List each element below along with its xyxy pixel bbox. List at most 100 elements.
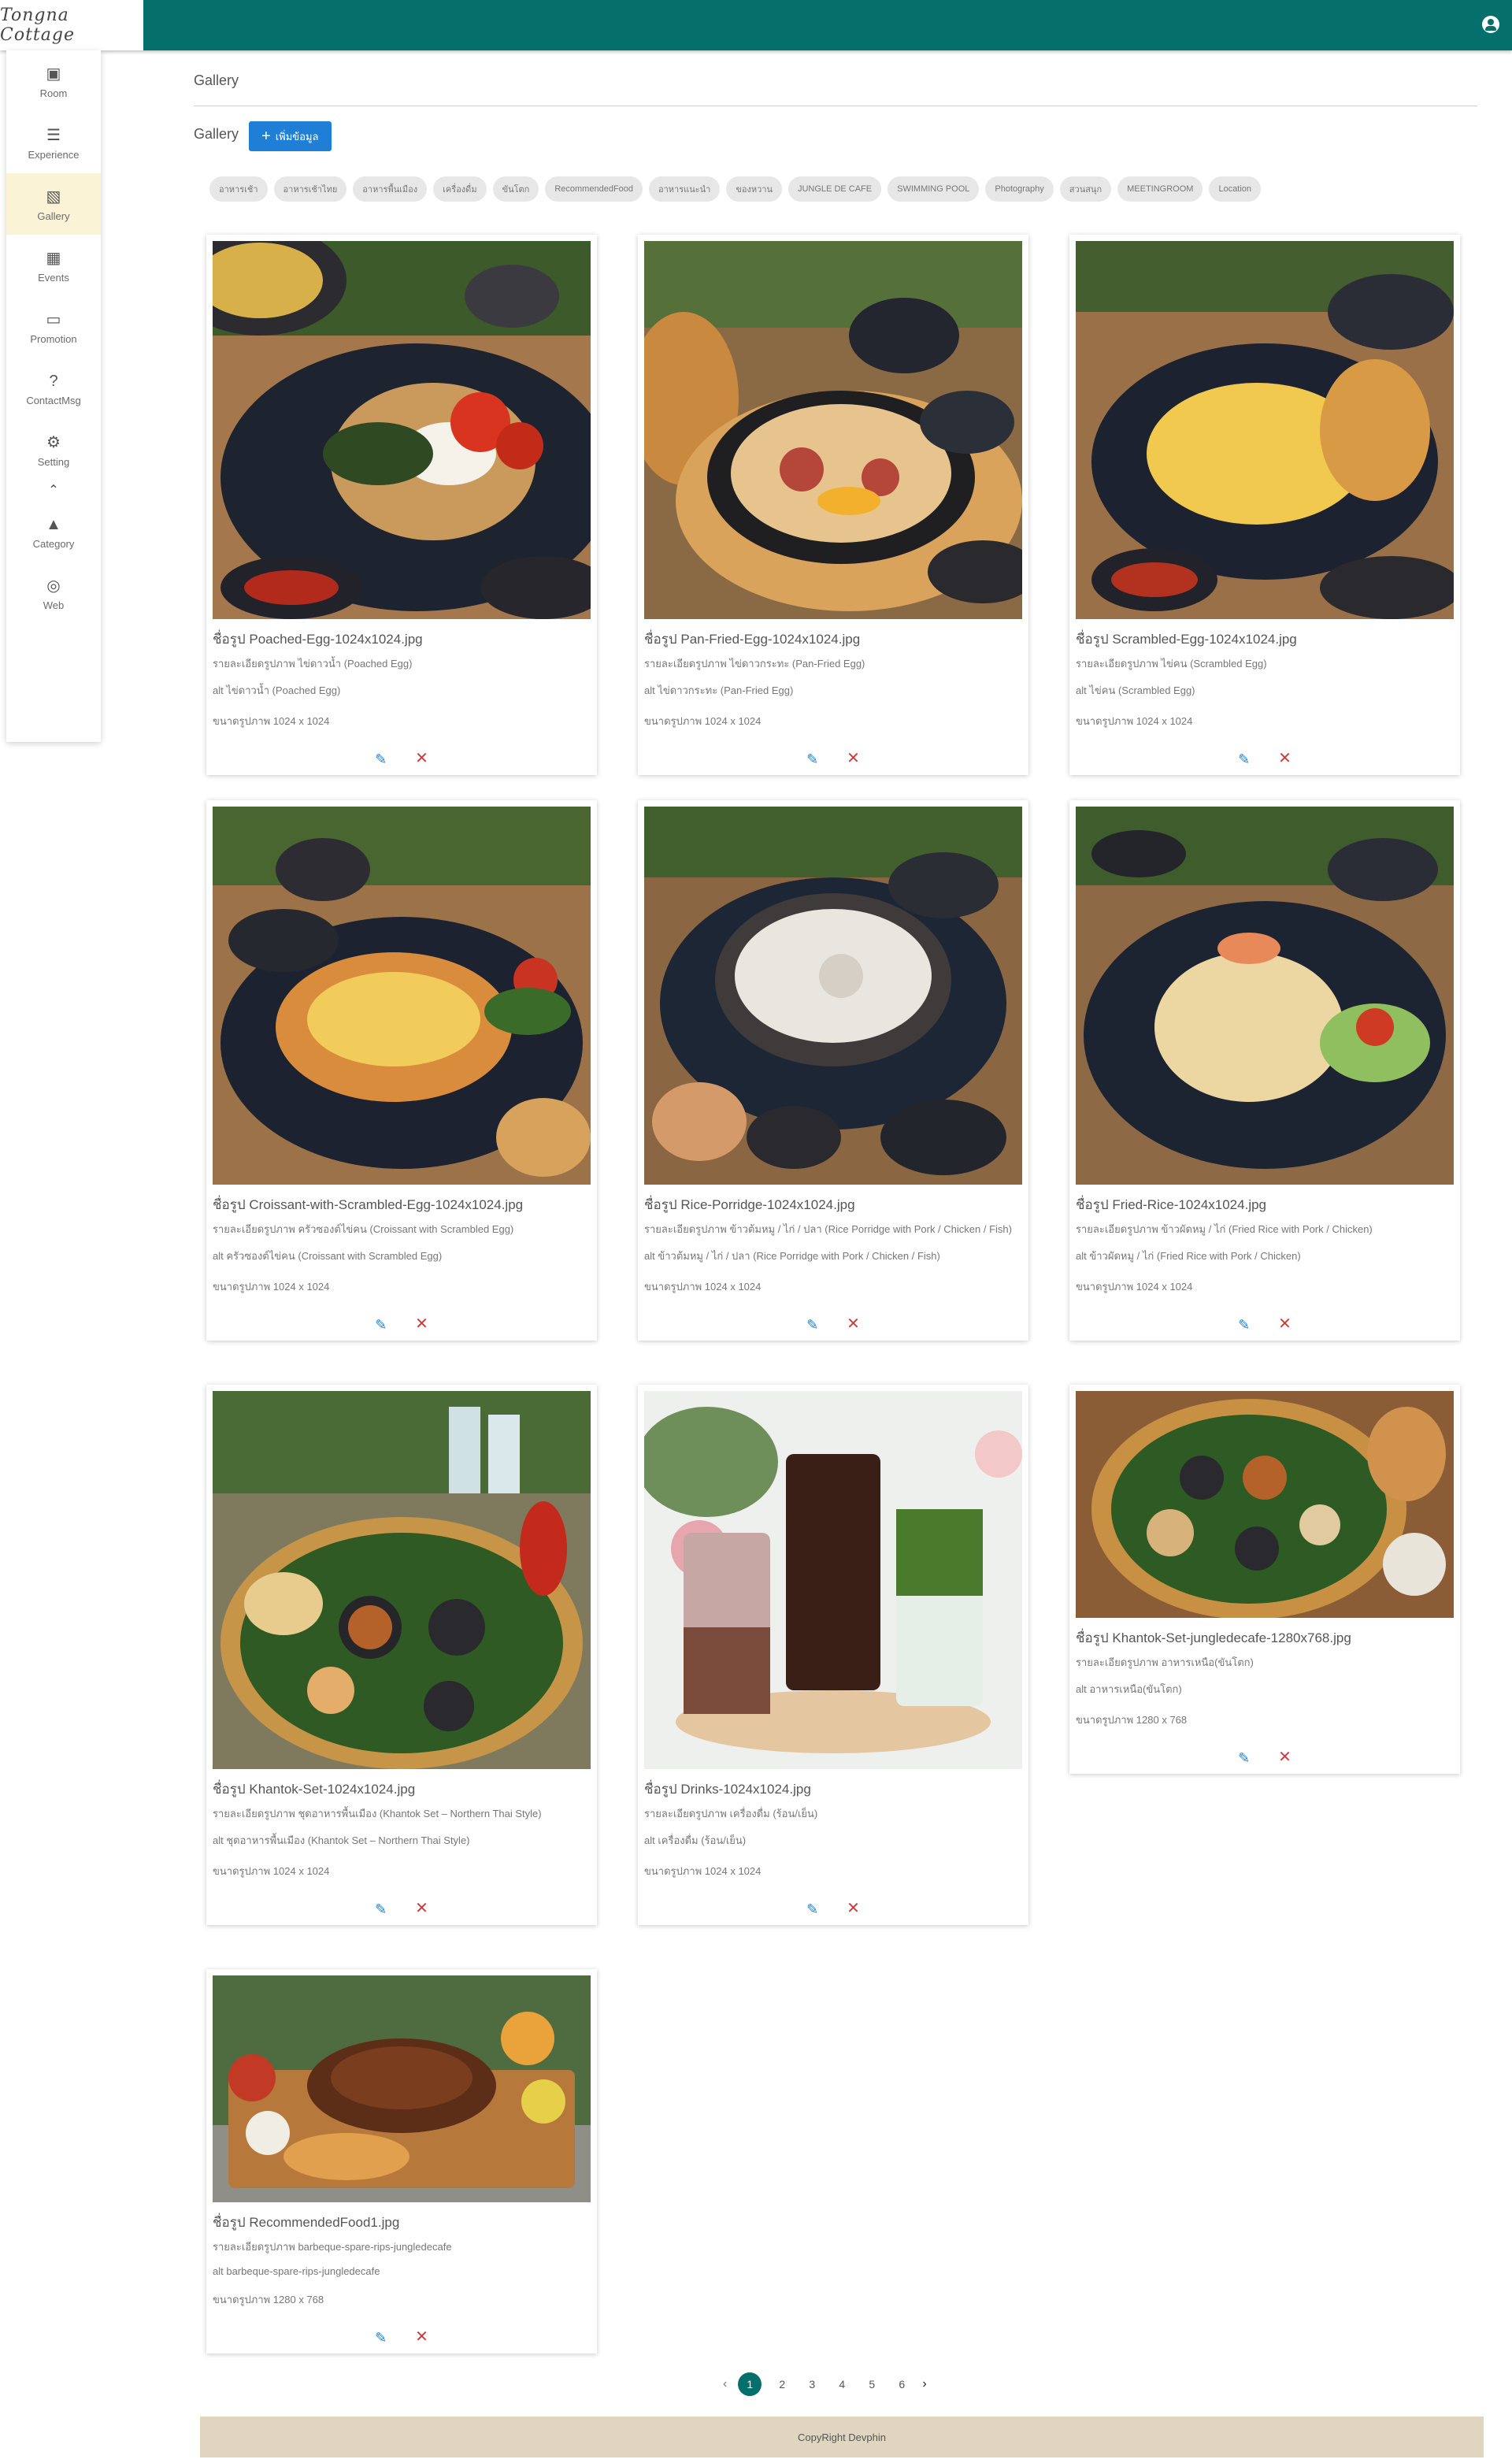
gallery-card: ชื่อรูป Fried-Rice-1024x1024.jpg รายละเอ…	[1069, 800, 1460, 1341]
next-page-button[interactable]: ›	[922, 2377, 926, 2391]
category-chip[interactable]: อาหารพื้นเมือง	[353, 176, 428, 202]
pencil-icon[interactable]: ✎	[1238, 1317, 1250, 1334]
pencil-icon[interactable]: ✎	[375, 1317, 387, 1334]
sidebar-item-category[interactable]: ▲ Category	[6, 501, 101, 562]
logo-text: Tongna Cottage	[0, 6, 75, 45]
close-icon[interactable]: ✕	[1278, 1749, 1292, 1767]
category-chip[interactable]: MEETINGROOM	[1117, 176, 1203, 202]
pencil-icon[interactable]: ✎	[375, 2330, 387, 2347]
category-chip[interactable]: SWIMMING POOL	[888, 176, 980, 202]
pencil-icon[interactable]: ✎	[806, 1317, 818, 1334]
pencil-icon[interactable]: ✎	[375, 1901, 387, 1919]
category-chip[interactable]: RecommendedFood	[545, 176, 643, 202]
close-icon[interactable]: ✕	[415, 2329, 428, 2347]
page-button[interactable]: 5	[862, 2372, 881, 2396]
image-alt: alt ชุดอาหารพื้นเมือง (Khantok Set – Nor…	[213, 1834, 470, 1846]
close-icon[interactable]: ✕	[415, 1901, 428, 1919]
user-circle-icon[interactable]	[1482, 16, 1499, 33]
page-button[interactable]: 2	[773, 2372, 791, 2396]
category-chip[interactable]: ขันโตก	[492, 176, 539, 202]
gallery-image[interactable]	[213, 807, 591, 1185]
top-bar: Tongna Cottage	[0, 0, 1512, 50]
gallery-image[interactable]	[644, 807, 1022, 1185]
gear-icon: ⚙	[46, 433, 61, 451]
sidebar-item-label: Promotion	[30, 332, 77, 345]
image-name: ชื่อรูป RecommendedFood1.jpg	[213, 2215, 400, 2230]
gallery-image[interactable]	[1076, 241, 1454, 619]
gallery-card: ชื่อรูป Khantok-Set-1024x1024.jpg รายละเ…	[206, 1385, 597, 1925]
category-chip[interactable]: สวนสนุก	[1059, 176, 1112, 202]
image-description: รายละเอียดรูปภาพ อาหารเหนือ(ขันโตก)	[1076, 1656, 1254, 1668]
image-name: ชื่อรูป Pan-Fried-Egg-1024x1024.jpg	[644, 632, 861, 647]
gallery-image[interactable]	[644, 1391, 1022, 1769]
gallery-image[interactable]	[1076, 807, 1454, 1185]
category-chip[interactable]: อาหารเช้าไทย	[273, 176, 347, 202]
gallery-image[interactable]	[213, 241, 591, 619]
calendar-icon: ▦	[46, 249, 61, 267]
sidebar-item-label: Web	[43, 599, 65, 611]
pencil-icon[interactable]: ✎	[1238, 1750, 1250, 1767]
image-name: ชื่อรูป Poached-Egg-1024x1024.jpg	[213, 632, 423, 647]
category-chip[interactable]: ของหวาน	[726, 176, 782, 202]
pencil-icon[interactable]: ✎	[806, 1901, 818, 1919]
category-chip[interactable]: อาหารเช้า	[209, 176, 268, 202]
sidebar-item-label: Experience	[28, 148, 80, 161]
close-icon[interactable]: ✕	[415, 1316, 428, 1334]
close-icon[interactable]: ✕	[847, 1316, 860, 1334]
page-button[interactable]: 3	[802, 2372, 821, 2396]
pencil-icon[interactable]: ✎	[806, 751, 818, 769]
gallery-image[interactable]	[1076, 1391, 1454, 1618]
image-alt: alt ครัวซองต์ไข่คน (Croissant with Scram…	[213, 1250, 443, 1262]
pagination: ‹ 1 2 3 4 5 6 ›	[723, 2372, 927, 2396]
page-button[interactable]: 6	[892, 2372, 911, 2396]
logo[interactable]: Tongna Cottage	[0, 0, 143, 50]
chevron-up-icon[interactable]: ⌃	[6, 480, 101, 501]
add-button[interactable]: + เพิ่มข้อมูล	[249, 121, 332, 151]
copyright-text: CopyRight Devphin	[797, 2431, 886, 2443]
gallery-card: ชื่อรูป Scrambled-Egg-1024x1024.jpg รายล…	[1069, 235, 1460, 775]
image-alt: alt ไข่ดาวน้ำ (Poached Egg)	[213, 684, 341, 696]
card-actions: ✎ ✕	[644, 1316, 1022, 1334]
card-actions: ✎ ✕	[1076, 1316, 1454, 1334]
close-icon[interactable]: ✕	[1278, 1316, 1292, 1334]
prev-page-button[interactable]: ‹	[723, 2377, 727, 2391]
image-icon: ▧	[46, 187, 61, 206]
close-icon[interactable]: ✕	[847, 751, 860, 769]
sidebar-item-web[interactable]: ◎ Web	[6, 562, 101, 624]
sidebar-item-experience[interactable]: ☰ Experience	[6, 112, 101, 173]
close-icon[interactable]: ✕	[415, 751, 428, 769]
close-icon[interactable]: ✕	[847, 1901, 860, 1919]
sidebar-item-promotion[interactable]: ▭ Promotion	[6, 296, 101, 358]
gallery-card: ชื่อรูป Rice-Porridge-1024x1024.jpg รายล…	[638, 800, 1028, 1341]
category-chip[interactable]: อาหารแนะนำ	[649, 176, 721, 202]
page-button[interactable]: 4	[832, 2372, 851, 2396]
sidebar-item-gallery[interactable]: ▧ Gallery	[6, 173, 101, 235]
image-description: รายละเอียดรูปภาพ ข้าวผัดหมู / ไก่ (Fried…	[1076, 1223, 1373, 1235]
gallery-image[interactable]	[644, 241, 1022, 619]
close-icon[interactable]: ✕	[1278, 751, 1292, 769]
image-alt: alt barbeque-spare-rips-jungledecafe	[213, 2265, 380, 2277]
card-actions: ✎ ✕	[213, 1316, 591, 1334]
image-size: ขนาดรูปภาพ 1280 x 768	[213, 2294, 324, 2305]
image-size: ขนาดรูปภาพ 1024 x 1024	[213, 1281, 330, 1293]
pencil-icon[interactable]: ✎	[375, 751, 387, 769]
category-chip[interactable]: Location	[1209, 176, 1262, 202]
page-button[interactable]: 1	[738, 2372, 762, 2396]
gallery-card: ชื่อรูป Drinks-1024x1024.jpg รายละเอียดร…	[638, 1385, 1028, 1925]
gallery-image[interactable]	[213, 1391, 591, 1769]
image-description: รายละเอียดรูปภาพ ไข่คน (Scrambled Egg)	[1076, 658, 1267, 670]
category-chip[interactable]: JUNGLE DE CAFE	[788, 176, 882, 202]
sidebar-item-room[interactable]: ▣ Room	[6, 50, 101, 112]
pencil-icon[interactable]: ✎	[1238, 751, 1250, 769]
sidebar-item-contactmsg[interactable]: ? ContactMsg	[6, 358, 101, 419]
sidebar-item-setting[interactable]: ⚙ Setting	[6, 419, 101, 480]
gallery-image[interactable]	[213, 1975, 591, 2202]
image-description: รายละเอียดรูปภาพ ชุดอาหารพื้นเมือง (Khan…	[213, 1808, 542, 1819]
category-chip[interactable]: เครื่องดื่ม	[433, 176, 487, 202]
footer: CopyRight Devphin	[200, 2417, 1484, 2457]
image-name: ชื่อรูป Croissant-with-Scrambled-Egg-102…	[213, 1197, 524, 1212]
card-actions: ✎ ✕	[1076, 1749, 1454, 1767]
gallery-card: ชื่อรูป Pan-Fried-Egg-1024x1024.jpg รายล…	[638, 235, 1028, 775]
sidebar-item-events[interactable]: ▦ Events	[6, 235, 101, 296]
category-chip[interactable]: Photography	[985, 176, 1054, 202]
